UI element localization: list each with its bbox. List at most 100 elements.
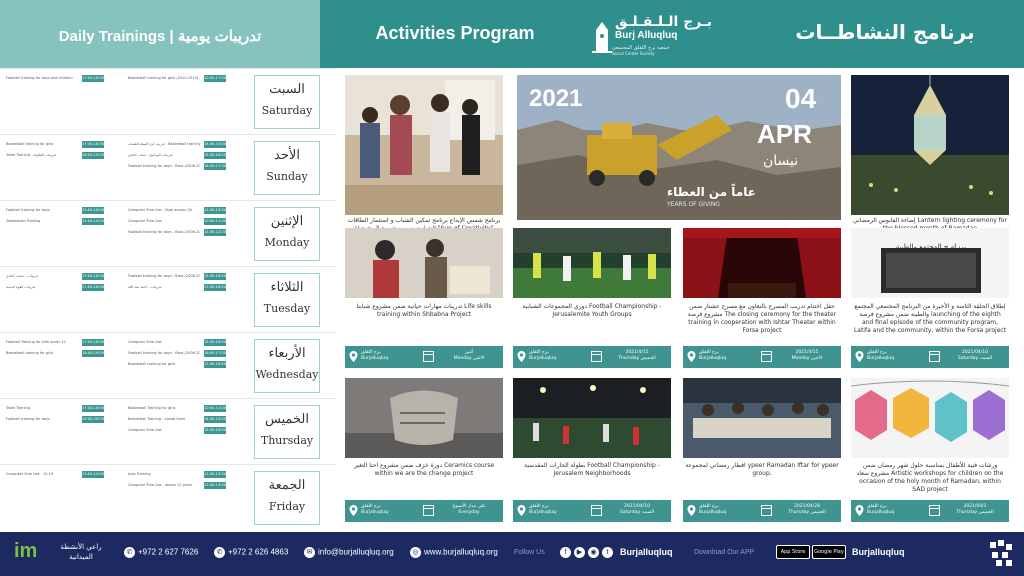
date-ar: 2021/04/28 xyxy=(794,504,820,509)
lifeskills-date: أثنين Monday الاثنين xyxy=(438,350,500,362)
training-text: Basketball training for girls xyxy=(6,142,54,146)
training-item: تدريبات - شباب النادي 17:00-18:00 xyxy=(6,272,126,282)
time-badge: 17:00-18:00 xyxy=(82,405,105,412)
twitter-icon[interactable]: t xyxy=(602,547,613,558)
time-badge: 17:00-18:00 xyxy=(82,273,105,280)
location-pin-icon xyxy=(855,505,864,516)
website-link[interactable]: ◎ www.burjalluqluq.org xyxy=(410,547,498,558)
training-list: Basketball Training for girls 10:00-11:00… xyxy=(6,402,250,460)
day-row: السبت Saturday Basketball training for gir… xyxy=(0,68,335,134)
phone-2[interactable]: ✆ +972 2 626 4863 xyxy=(214,547,288,558)
time-badge: 13:00-14:00 xyxy=(82,471,105,478)
location-ar: برج اللقلق xyxy=(867,350,887,355)
training-item: Basketball Training for girls 10:00-11:00 xyxy=(128,404,248,414)
training-list: Basketball training for girls (2010-2013… xyxy=(6,72,250,130)
training-item: Football training for boys - Bara (2006-… xyxy=(128,349,248,359)
location-ar: برج اللقلق xyxy=(699,350,719,355)
footer: im راعي الأنشطة الميدانية ✆ +972 2 627 76… xyxy=(0,532,1024,576)
training-item: Basketball training for girls 17:00-18:00 xyxy=(128,360,248,370)
divider xyxy=(0,464,335,465)
day-row: الثلاثاء Tuesday Football training for boy… xyxy=(0,266,335,332)
phone-icon: ✆ xyxy=(214,547,225,558)
training-text: تدريبات - شباب النادي xyxy=(6,274,39,278)
lifeskills-title: تدريبات مهارات حياتية ضمن مشروع شبابنا L… xyxy=(356,303,492,318)
community-location: برج اللقلق Burjalluqluq xyxy=(867,350,913,362)
training-item: Computer Free Use - 10-19 13:00-14:00 xyxy=(6,470,126,480)
date-en: Monday الاثنين xyxy=(453,356,485,361)
theater-photo xyxy=(683,228,841,298)
facebook-icon[interactable]: f xyxy=(560,547,571,558)
daily-schedule: السبت Saturday Basketball training for gir… xyxy=(0,68,335,532)
instagram-icon[interactable]: ◉ xyxy=(588,547,599,558)
ceramics-photo xyxy=(345,378,503,458)
location-en: Burjalluqluq xyxy=(699,510,726,515)
training-text: Football training for boys - Bara (2006-… xyxy=(128,164,200,168)
phone-2-text: +972 2 626 4863 xyxy=(228,547,289,557)
day-name-arabic: السبت xyxy=(269,82,305,97)
training-text: Computer Free Use xyxy=(128,219,162,223)
app-store-button[interactable]: App Store xyxy=(776,545,810,559)
footer-logo-icon xyxy=(990,540,1012,566)
time-badge: 18:00-19:00 xyxy=(82,350,105,357)
day-label-box: السبت Saturday xyxy=(254,75,320,129)
time-badge: 10:00-11:00 xyxy=(204,405,227,412)
time-badge: 17:00-18:00 xyxy=(82,284,105,291)
calendar-icon xyxy=(761,351,772,362)
football-youth-location: برج اللقلق Burjalluqluq xyxy=(529,350,575,362)
training-text: Judo Training xyxy=(128,472,151,476)
training-text: Basketball training for girls (2010-2013… xyxy=(128,76,200,80)
phone-icon: ✆ xyxy=(124,547,135,558)
date-ar: 2021/04/1 xyxy=(963,504,987,509)
training-item: تدريبات البرنامج - شباب النادي 15:00-16:0… xyxy=(128,151,248,161)
location-ar: برج اللقلق xyxy=(529,350,549,355)
date-ar: أثنين xyxy=(464,350,474,355)
email-link[interactable]: ✉ info@burjalluqluq.org xyxy=(304,547,394,558)
location-en: Burjalluqluq xyxy=(361,510,388,515)
location-pin-icon xyxy=(687,505,696,516)
theater-title: حفل اختتام تدريب المسرح بالتعاون مع مسرح… xyxy=(687,303,837,334)
training-text: Football training for boys - Bara (2006-… xyxy=(128,230,200,234)
divider xyxy=(0,398,335,399)
download-app-label: Download Our APP xyxy=(694,549,755,556)
time-badge: 10:00-11:00 xyxy=(204,218,227,225)
lifeskills-location: برج اللقلق Burjalluqluq xyxy=(361,350,407,362)
divider xyxy=(0,266,335,267)
theater-location: برج اللقلق Burjalluqluq xyxy=(699,350,745,362)
location-en: Burjalluqluq xyxy=(867,356,894,361)
training-list: تدريب كرة السلة للشباب - Basketball trai… xyxy=(6,138,250,196)
location-en: Burjalluqluq xyxy=(867,510,894,515)
training-text: Computer Free Use - 10-19 xyxy=(6,472,54,476)
location-pin-icon xyxy=(349,505,358,516)
iftar-photo xyxy=(683,378,841,458)
logo-english: Burj Alluqluq xyxy=(615,30,678,41)
training-item: Computer Free Use 15:00-16:00 xyxy=(128,426,248,436)
date-en: Saturday السبت xyxy=(957,356,993,361)
community-date: 2021/04/10 Saturday السبت xyxy=(944,350,1006,362)
calendar-icon xyxy=(423,505,434,516)
neighborhoods-location: برج اللقلق Burjalluqluq xyxy=(529,504,575,516)
phone-1[interactable]: ✆ +972 2 627 7626 xyxy=(124,547,198,558)
footer-brand: Burjalluqluq xyxy=(852,547,905,557)
date-en: Everyday xyxy=(458,510,480,515)
location-ar: برج اللقلق xyxy=(699,504,719,509)
activities-program-title: Activities Program xyxy=(375,23,535,43)
time-badge: 18:00-19:00 xyxy=(82,152,105,159)
training-list: Judo Training 11:00-12:00 Computer Free Us… xyxy=(6,468,250,526)
community-title: إطلاق الحلقة الثامنة و الأخيرة من البرنا… xyxy=(853,303,1007,334)
social-handle[interactable]: Burjalluqluq xyxy=(620,547,673,557)
training-text: Basketball training for girls xyxy=(128,362,176,366)
neighborhoods-photo xyxy=(513,378,671,458)
training-text: Football training for boys - Bara (2006-… xyxy=(128,274,200,278)
social-icons: f ▶ ◉ t xyxy=(560,547,616,558)
divider xyxy=(0,134,335,135)
lifeskills-info-bar: برج اللقلق Burjalluqluq أثنين Monday الاثن… xyxy=(345,346,503,368)
training-text: تدريبات القوة البدنية xyxy=(6,285,36,289)
calendar-icon xyxy=(929,505,940,516)
training-item: Computer Free Use 15:00-16:00 xyxy=(128,338,248,348)
training-item: Basketball training for girls (2010-2013… xyxy=(128,74,248,84)
youtube-icon[interactable]: ▶ xyxy=(574,547,585,558)
google-play-button[interactable]: Google Play xyxy=(812,545,846,559)
training-text: Taekwondo Training xyxy=(6,219,41,223)
time-badge: 14:00-15:00 xyxy=(204,416,227,423)
date-ar: 2021/04/10 xyxy=(962,350,988,355)
